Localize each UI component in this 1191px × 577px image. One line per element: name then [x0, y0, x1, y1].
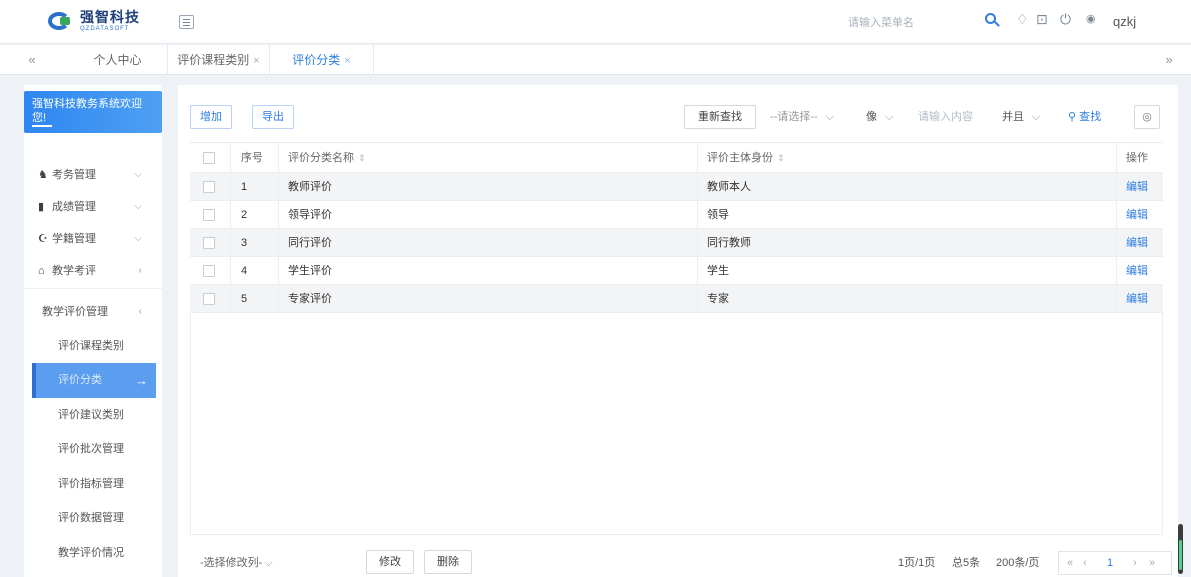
settings-icon[interactable]: ◎ [1134, 105, 1160, 129]
chevron-down-icon: ⌵ [134, 201, 142, 212]
sidebar-item-batch-mgmt[interactable]: 评价批次管理 [24, 432, 162, 467]
first-page-icon[interactable]: « [1067, 552, 1073, 574]
bell-icon[interactable]: ♢ [1016, 11, 1029, 27]
sidebar-item-exam[interactable]: ♞ 考务管理 ⌵ [24, 159, 162, 191]
exam-icon: ♞ [38, 169, 48, 181]
scrollbar-handle[interactable] [1178, 524, 1183, 574]
sidebar-item-teaching-eval[interactable]: ⌂ 教学考评 ‹ [24, 255, 162, 287]
row-checkbox[interactable] [203, 293, 215, 305]
close-icon[interactable]: × [253, 55, 259, 67]
header-index: 序号 [241, 152, 263, 164]
current-page[interactable]: 1 [1107, 552, 1113, 574]
edit-link[interactable]: 编辑 [1126, 173, 1148, 200]
lock-icon[interactable]: ⊡ [1036, 11, 1048, 27]
sidebar-item-course-category[interactable]: 评价课程类别 [24, 329, 162, 364]
header-name[interactable]: 评价分类名称 ⇕ [288, 143, 366, 172]
select-all-checkbox[interactable] [203, 152, 215, 164]
column-modify-select[interactable]: -选择修改列- ⌵ [200, 554, 273, 570]
row-checkbox[interactable] [203, 209, 215, 221]
search-icon: ⚲ [1068, 111, 1077, 123]
logo-icon [46, 10, 76, 32]
main-panel: 增加 导出 重新查找 --请选择-- ⌵ 像 ⌵ 请输入内容 并且 ⌵ ⚲ 查找 ◎ … [178, 85, 1178, 577]
sidebar-group-eval-mgmt[interactable]: 教学评价管理 ‹ [24, 296, 162, 328]
table-row: 1 教师评价 教师本人 编辑 [190, 173, 1163, 201]
tab-scroll-left[interactable]: « [12, 45, 52, 75]
tab-evaluation-category[interactable]: 评价分类 × [270, 45, 374, 75]
edit-link[interactable]: 编辑 [1126, 229, 1148, 256]
chevron-down-icon: ⌵ [885, 111, 894, 123]
chevron-left-icon: ‹ [138, 306, 142, 317]
tab-personal-center[interactable]: 个人中心 [68, 45, 168, 75]
modify-button[interactable]: 修改 [366, 550, 414, 574]
data-table: 序号 评价分类名称 ⇕ 评价主体身份 ⇕ 操作 1 教师评价 教师本人 编辑 2 领… [190, 142, 1163, 535]
export-button[interactable]: 导出 [252, 105, 294, 129]
table-row: 2 领导评价 领导 编辑 [190, 201, 1163, 229]
power-icon[interactable]: ⏻ [1060, 11, 1071, 27]
chevron-down-icon: ⌵ [825, 111, 834, 123]
tab-scroll-right[interactable]: » [1149, 45, 1189, 75]
operator-select[interactable]: 像 ⌵ [866, 105, 914, 129]
edit-link[interactable]: 编辑 [1126, 201, 1148, 228]
chevron-down-icon: ⌵ [134, 233, 142, 244]
sidebar-item-data-mgmt[interactable]: 评价数据管理 [24, 501, 162, 536]
table-row: 4 学生评价 学生 编辑 [190, 257, 1163, 285]
close-icon[interactable]: × [344, 55, 350, 67]
add-button[interactable]: 增加 [190, 105, 232, 129]
tab-bar: « 个人中心 评价课程类别 × 评价分类 × » [0, 45, 1191, 75]
logic-select[interactable]: 并且 ⌵ [1002, 105, 1052, 129]
header-action: 操作 [1126, 152, 1148, 164]
sidebar: 强智科技教务系统欢迎您! ♞ 考务管理 ⌵ ▮ 成绩管理 ⌵ ☪ 学籍管理 ⌵ ⌂ 教学… [24, 85, 162, 577]
status-icon: ☪ [38, 233, 48, 245]
sidebar-item-suggestion-category[interactable]: 评价建议类别 [24, 398, 162, 433]
menu-search-input[interactable]: 请输入菜单名 [845, 12, 975, 34]
user-icon[interactable]: ◉ [1086, 11, 1096, 27]
table-row: 5 专家评价 专家 编辑 [190, 285, 1163, 313]
home-icon: ⌂ [38, 265, 45, 277]
brand-subtitle: QZDATASOFT [80, 26, 130, 32]
tab-course-category[interactable]: 评价课程类别 × [168, 45, 270, 75]
welcome-banner: 强智科技教务系统欢迎您! [24, 91, 162, 133]
pagination: « ‹ 1 › » [1058, 551, 1172, 575]
search-button[interactable]: ⚲ 查找 [1068, 105, 1120, 129]
sidebar-item-eval-category[interactable]: 评价分类 → [32, 363, 156, 398]
sort-icon[interactable]: ⇕ [358, 153, 366, 163]
menu-toggle-icon[interactable] [179, 15, 194, 29]
brand-logo[interactable]: 强智科技 QZDATASOFT [46, 10, 140, 32]
table-header: 序号 评价分类名称 ⇕ 评价主体身份 ⇕ 操作 [190, 143, 1163, 173]
per-page-select[interactable]: 200条/页 [996, 554, 1039, 570]
table-empty-area [190, 313, 1163, 535]
last-page-icon[interactable]: » [1149, 552, 1155, 574]
username[interactable]: qzkj [1113, 14, 1136, 29]
reset-search-button[interactable]: 重新查找 [684, 105, 756, 129]
edit-link[interactable]: 编辑 [1126, 257, 1148, 284]
prev-page-icon[interactable]: ‹ [1083, 552, 1087, 574]
table-footer: -选择修改列- ⌵ 修改 删除 1页/1页 总5条 200条/页 « ‹ 1 › … [190, 547, 1172, 577]
brand-name: 强智科技 [80, 9, 140, 25]
field-select[interactable]: --请选择-- ⌵ [770, 105, 862, 129]
row-checkbox[interactable] [203, 237, 215, 249]
chevron-down-icon: ⌵ [264, 557, 273, 569]
edit-link[interactable]: 编辑 [1126, 285, 1148, 312]
query-input[interactable]: 请输入内容 [918, 105, 994, 129]
chevron-left-icon: ‹ [138, 265, 142, 276]
top-bar: 强智科技 QZDATASOFT 请输入菜单名 ♢ ⊡ ⏻ ◉ qzkj [0, 0, 1191, 44]
sidebar-item-indicator-mgmt[interactable]: 评价指标管理 [24, 467, 162, 502]
search-icon[interactable] [984, 12, 1000, 28]
chevron-down-icon: ⌵ [1032, 111, 1041, 123]
sidebar-item-status[interactable]: ☪ 学籍管理 ⌵ [24, 223, 162, 255]
chevron-down-icon: ⌵ [134, 169, 142, 180]
arrow-right-icon: → [135, 373, 148, 388]
next-page-icon[interactable]: › [1133, 552, 1137, 574]
grades-icon: ▮ [38, 201, 45, 213]
row-checkbox[interactable] [203, 265, 215, 277]
sidebar-item-eval-status[interactable]: 教学评价情况 [24, 536, 162, 571]
row-checkbox[interactable] [203, 181, 215, 193]
sidebar-item-grades[interactable]: ▮ 成绩管理 ⌵ [24, 191, 162, 223]
sort-icon[interactable]: ⇕ [777, 153, 785, 163]
header-subject[interactable]: 评价主体身份 ⇕ [707, 143, 785, 172]
page-info: 1页/1页 [898, 557, 936, 569]
delete-button[interactable]: 删除 [424, 550, 472, 574]
total-count: 总5条 [952, 557, 981, 569]
table-row: 3 同行评价 同行教师 编辑 [190, 229, 1163, 257]
